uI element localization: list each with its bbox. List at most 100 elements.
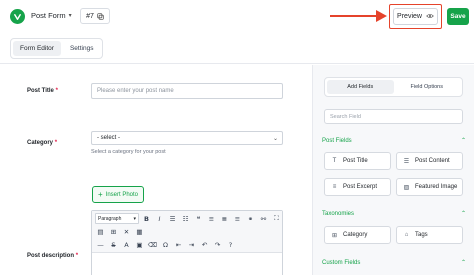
field-post-excerpt-label: Post Excerpt bbox=[343, 184, 378, 190]
tab-field-options[interactable]: Field Options bbox=[394, 80, 461, 94]
link-icon[interactable]: ⚭ bbox=[245, 213, 256, 224]
custom-fields-section-header[interactable]: Custom Fields ⌃ bbox=[322, 259, 466, 267]
category-grid-icon: ⊞ bbox=[331, 232, 338, 239]
fields-panel: Add Fields Field Options Search Field Po… bbox=[312, 65, 474, 275]
required-marker: * bbox=[54, 140, 58, 146]
format-select-value: Paragraph bbox=[98, 215, 122, 222]
numbered-list-icon[interactable]: ☷ bbox=[180, 213, 191, 224]
align-left-icon[interactable]: ≡ bbox=[206, 213, 217, 224]
post-fields-section-header[interactable]: Post Fields ⌃ bbox=[322, 137, 466, 145]
insert-photo-button[interactable]: + Insert Photo bbox=[92, 186, 144, 203]
search-field-placeholder: Search Field bbox=[330, 113, 361, 120]
fullscreen-icon[interactable]: ⛶ bbox=[271, 213, 282, 224]
post-title-placeholder: Please enter your post name bbox=[97, 88, 174, 94]
form-canvas: Post Title * Please enter your post name… bbox=[0, 65, 312, 275]
paragraph-icon: ☰ bbox=[403, 158, 410, 165]
bullet-list-icon[interactable]: ☰ bbox=[167, 213, 178, 224]
unlink-icon[interactable]: ⚯ bbox=[258, 213, 269, 224]
save-button[interactable]: Save bbox=[447, 8, 469, 25]
rich-text-toolbar: Paragraph ▾ B I ☰ ☷ ❝ ≡ ≣ ≡ ⚭ ⚯ ⛶ ▤ ⊞ ✕ … bbox=[92, 211, 282, 253]
outdent-icon[interactable]: ⇤ bbox=[173, 239, 184, 250]
align-right-icon[interactable]: ≡ bbox=[232, 213, 243, 224]
category-label: Category * bbox=[27, 140, 57, 146]
text-color-icon[interactable]: A bbox=[121, 239, 132, 250]
eye-icon bbox=[426, 13, 434, 21]
chevron-down-icon: ▾ bbox=[68, 13, 72, 19]
paste-text-icon[interactable]: ▣ bbox=[134, 239, 145, 250]
image-icon: ▨ bbox=[403, 184, 410, 191]
custom-fields-title: Custom Fields bbox=[322, 259, 361, 266]
field-post-content[interactable]: ☰ Post Content bbox=[396, 152, 463, 170]
preview-label: Preview bbox=[397, 13, 422, 20]
copy-icon bbox=[97, 12, 104, 20]
toolbar-row-2: ▤ ⊞ ✕ ▦ bbox=[95, 225, 145, 238]
chevron-down-icon: ⌄ bbox=[272, 135, 278, 142]
horizontal-line-icon[interactable]: — bbox=[95, 239, 106, 250]
post-title-label-text: Post Title bbox=[27, 88, 54, 94]
post-title-label: Post Title * bbox=[27, 88, 58, 94]
annotation-arrow-icon bbox=[330, 10, 387, 22]
blockquote-icon[interactable]: ❝ bbox=[193, 213, 204, 224]
post-description-label-text: Post description bbox=[27, 253, 75, 259]
field-category-label: Category bbox=[343, 232, 368, 238]
field-tags[interactable]: ⌂ Tags bbox=[396, 226, 463, 244]
field-category[interactable]: ⊞ Category bbox=[324, 226, 391, 244]
chevron-down-icon: ▾ bbox=[133, 215, 136, 222]
help-icon[interactable]: ? bbox=[225, 239, 236, 250]
chevron-up-icon: ⌃ bbox=[460, 138, 466, 144]
undo-icon[interactable]: ↶ bbox=[199, 239, 210, 250]
app-logo-icon[interactable] bbox=[10, 9, 25, 24]
post-description-label: Post description * bbox=[27, 253, 78, 259]
form-id-badge[interactable]: #7 bbox=[80, 8, 110, 24]
required-marker: * bbox=[75, 253, 79, 259]
read-more-icon[interactable]: ▤ bbox=[95, 226, 106, 237]
search-field-input[interactable]: Search Field bbox=[324, 109, 463, 124]
align-center-icon[interactable]: ≣ bbox=[219, 213, 230, 224]
tab-settings[interactable]: Settings bbox=[63, 41, 101, 56]
clear-formatting-icon[interactable]: ⌫ bbox=[147, 239, 158, 250]
italic-icon[interactable]: I bbox=[154, 213, 165, 224]
post-title-input[interactable]: Please enter your post name bbox=[91, 83, 283, 99]
category-helper-text: Select a category for your post bbox=[91, 149, 166, 155]
post-fields-title: Post Fields bbox=[322, 137, 352, 144]
chevron-up-icon: ⌃ bbox=[460, 260, 466, 266]
editor-tabs: Form Editor Settings bbox=[10, 38, 104, 59]
redo-icon[interactable]: ↷ bbox=[212, 239, 223, 250]
tag-icon: ⌂ bbox=[404, 232, 409, 238]
field-post-content-label: Post Content bbox=[415, 158, 450, 164]
preview-button[interactable]: Preview bbox=[393, 8, 438, 25]
bold-icon[interactable]: B bbox=[141, 213, 152, 224]
plus-icon: + bbox=[97, 190, 103, 199]
form-name: Post Form bbox=[31, 11, 66, 20]
category-select-value: - select - bbox=[97, 135, 121, 141]
toolbar-row-1: Paragraph ▾ B I ☰ ☷ ❝ ≡ ≣ ≡ ⚭ ⚯ ⛶ bbox=[95, 212, 282, 225]
paragraph-format-select[interactable]: Paragraph ▾ bbox=[95, 213, 139, 224]
insert-photo-label: Insert Photo bbox=[105, 191, 139, 198]
field-featured-image-label: Featured Image bbox=[415, 184, 458, 190]
toolbar-row-3: — S A ▣ ⌫ Ω ⇤ ⇥ ↶ ↷ ? bbox=[95, 238, 236, 251]
strikethrough-icon[interactable]: S bbox=[108, 239, 119, 250]
special-character-icon[interactable]: Ω bbox=[160, 239, 171, 250]
field-post-title-label: Post Title bbox=[343, 158, 368, 164]
rich-text-editor[interactable]: Paragraph ▾ B I ☰ ☷ ❝ ≡ ≣ ≡ ⚭ ⚯ ⛶ ▤ ⊞ ✕ … bbox=[91, 210, 283, 275]
toolbar-toggle-icon[interactable]: ▦ bbox=[134, 226, 145, 237]
form-switcher[interactable]: Post Form ▾ bbox=[31, 11, 72, 20]
field-post-excerpt[interactable]: ≡ Post Excerpt bbox=[324, 178, 391, 196]
required-marker: * bbox=[55, 88, 58, 94]
editor-tabs-bar: Form Editor Settings bbox=[0, 34, 474, 64]
category-select[interactable]: - select - ⌄ bbox=[91, 131, 283, 145]
taxonomies-title: Taxonomies bbox=[322, 210, 355, 217]
field-featured-image[interactable]: ▨ Featured Image bbox=[396, 178, 463, 196]
category-label-text: Category bbox=[27, 140, 54, 146]
chevron-up-icon: ⌃ bbox=[460, 211, 466, 217]
tab-form-editor[interactable]: Form Editor bbox=[13, 41, 61, 56]
panel-tabs: Add Fields Field Options bbox=[324, 77, 463, 97]
excerpt-icon: ≡ bbox=[332, 184, 337, 190]
fullscreen-toggle-icon[interactable]: ✕ bbox=[121, 226, 132, 237]
table-icon[interactable]: ⊞ bbox=[108, 226, 119, 237]
field-post-title[interactable]: T Post Title bbox=[324, 152, 391, 170]
tab-add-fields[interactable]: Add Fields bbox=[327, 80, 394, 94]
top-bar: Post Form ▾ #7 Preview Save bbox=[0, 0, 474, 34]
indent-icon[interactable]: ⇥ bbox=[186, 239, 197, 250]
taxonomies-section-header[interactable]: Taxonomies ⌃ bbox=[322, 210, 466, 218]
